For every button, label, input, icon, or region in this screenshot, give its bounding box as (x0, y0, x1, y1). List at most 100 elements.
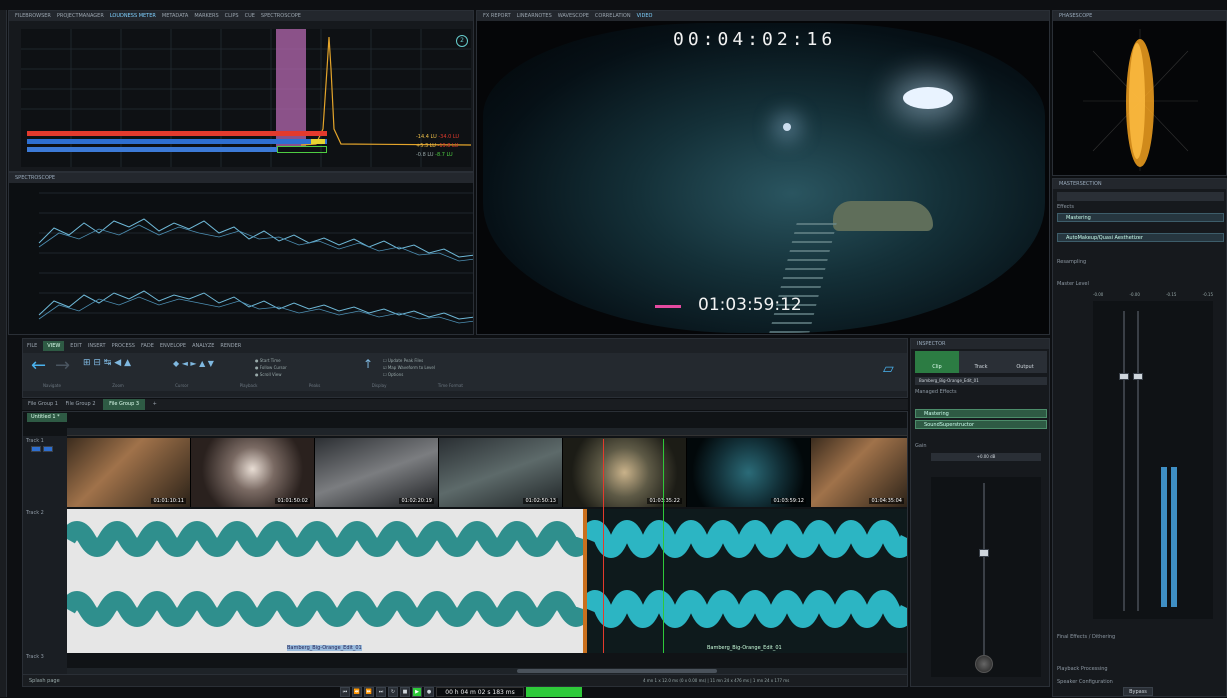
record-button[interactable]: ● (424, 687, 434, 697)
analysis-tab-6[interactable]: CUE (245, 11, 255, 21)
stop-button[interactable]: ■ (400, 687, 410, 697)
analysis-tab-1[interactable]: PROJECTMANAGER (57, 11, 104, 21)
waveform-clip-1 (67, 521, 583, 627)
play-button[interactable]: ▶ (412, 687, 422, 697)
thumb-time-4: 01:02:50:13 (523, 498, 558, 504)
master-fader-left[interactable] (1119, 373, 1129, 380)
inspector-panel: INSPECTOR Clip Track Output Bamberg_Big-… (910, 338, 1050, 687)
video-track[interactable]: 01:01:10:11 01:01:50:02 01:02:20:19 01:0… (67, 438, 907, 507)
ribbon-tab-insert[interactable]: INSERT (88, 341, 106, 351)
video-tab-2[interactable]: WAVESCOPE (558, 11, 589, 21)
master-meter-area (1093, 301, 1213, 619)
file-group-tab-3[interactable]: File Group 3 (103, 399, 146, 410)
playback-options: ● Start Time ● Follow Cursor ● Scroll View (255, 358, 287, 377)
add-tab-icon[interactable]: + (153, 399, 157, 410)
group-peaks: Peaks (308, 383, 321, 388)
audio-clip-2[interactable]: Bamberg_Big-Orange_Edit_01 (587, 509, 907, 653)
gain-fader-handle[interactable] (979, 549, 989, 557)
thumb-time-1: 01:01:10:11 (151, 498, 186, 504)
inspector-tab-clip[interactable]: Clip (915, 351, 959, 373)
gain-label: Gain (915, 443, 927, 449)
analysis-tab-7[interactable]: SPECTROSCOPE (261, 11, 301, 21)
layout-icon[interactable]: ▱ (883, 361, 894, 377)
audio-clip-1[interactable]: Bamberg_Big-Orange_Edit_01 (67, 509, 583, 653)
logo-icon: 2 (456, 35, 468, 47)
zoom-in-icon[interactable]: ⊞ (83, 357, 91, 370)
inspector-tab-track[interactable]: Track (959, 351, 1003, 373)
ceiling-light (903, 87, 953, 109)
loudness-bar-green (277, 146, 327, 153)
ribbon-panel: FILE VIEW EDIT INSERT PROCESS FADE ENVELOPE ANA… (22, 338, 908, 398)
inspector-effect-2[interactable]: SoundSuperstructor (915, 420, 1047, 429)
thumb-7: 01:04:35:04 (811, 438, 907, 507)
video-panel: FX REPORT LINEARNOTES WAVESCOPE CORRELATION… (476, 10, 1050, 335)
zoom-v-icon[interactable]: ▲ (124, 357, 131, 370)
file-group-tab-2[interactable]: File Group 2 (66, 399, 96, 410)
loop-button[interactable]: ↻ (388, 687, 398, 697)
video-tab-3[interactable]: CORRELATION (595, 11, 631, 21)
audio-track[interactable]: Bamberg_Big-Orange_Edit_01 Bamberg_Big-O… (67, 439, 907, 653)
video-tab-0[interactable]: FX REPORT (483, 11, 511, 21)
video-tab-4[interactable]: VIDEO (637, 11, 653, 21)
analysis-tab-2[interactable]: LOUDNESS METER (110, 11, 156, 21)
editor-status: Splash page 4 mn 1 x 12.0 ms (0 x 0.00 m… (23, 674, 907, 686)
thumb-4: 01:02:50:13 (439, 438, 563, 507)
thumb-1: 01:01:10:11 (67, 438, 191, 507)
pan-knob[interactable] (975, 655, 993, 673)
inspector-tab-output[interactable]: Output (1003, 351, 1047, 373)
analysis-tab-5[interactable]: CLIPS (225, 11, 239, 21)
analysis-tab-3[interactable]: METADATA (162, 11, 188, 21)
thumb-2: 01:01:50:02 (191, 438, 315, 507)
ribbon-tab-file[interactable]: FILE (27, 341, 37, 351)
thumb-6: 01:03:59:12 (687, 438, 811, 507)
ribbon-tab-analyze[interactable]: ANALYZE (192, 341, 214, 351)
rewind-start-button[interactable]: ⏮ (340, 687, 350, 697)
bypass-button[interactable]: Bypass (1123, 687, 1153, 696)
edit-cursor[interactable] (663, 439, 664, 653)
ribbon-tab-view[interactable]: VIEW (43, 341, 65, 351)
analysis-tab-0[interactable]: FILEBROWSER (15, 11, 51, 21)
phasescope-graph (1083, 29, 1198, 171)
thumb-time-2: 01:01:50:02 (275, 498, 310, 504)
burn-marker (655, 305, 681, 308)
back-arrow-icon[interactable]: ← (31, 355, 46, 376)
mastersection-panel: MASTERSECTION Effects Mastering AutoMake… (1052, 178, 1227, 697)
file-group-tab-1[interactable]: File Group 1 (28, 399, 58, 410)
ribbon-tab-edit[interactable]: EDIT (70, 341, 82, 351)
group-navigate: Navigate (43, 383, 61, 388)
transport-level-indicator (526, 687, 582, 697)
meter-bar-right (1171, 467, 1177, 607)
loudness-range-highlight (276, 29, 306, 147)
ruler (67, 428, 907, 436)
forward-button[interactable]: ⏩ (364, 687, 374, 697)
lamp (783, 123, 791, 131)
ribbon-tab-envelope[interactable]: ENVELOPE (160, 341, 186, 351)
master-fader-right[interactable] (1133, 373, 1143, 380)
inspector-effect-1[interactable]: Mastering (915, 409, 1047, 418)
file-group-tabs: File Group 1 File Group 2 File Group 3 + (22, 399, 908, 410)
ribbon-tab-process[interactable]: PROCESS (112, 341, 135, 351)
ribbon-tab-fade[interactable]: FADE (141, 341, 154, 351)
h-scroll-thumb[interactable] (517, 669, 717, 673)
zoom-out-icon[interactable]: ⊟ (93, 357, 101, 370)
transport-bar: ⏮ ⏪ ⏩ ⏭ ↻ ■ ▶ ● 00 h 04 m 02 s 183 ms (340, 687, 610, 697)
track-1-solo[interactable] (43, 446, 53, 452)
forward-end-button[interactable]: ⏭ (376, 687, 386, 697)
master-level-label: Master Level (1057, 281, 1089, 287)
forward-arrow-icon[interactable]: → (55, 355, 70, 376)
ribbon-tab-render[interactable]: RENDER (220, 341, 241, 351)
thumb-5: 01:03:35:22 (563, 438, 687, 507)
analysis-tab-4[interactable]: MARKERS (194, 11, 218, 21)
zoom-h-icon[interactable]: ◀ (114, 357, 121, 370)
editor-tab[interactable]: Untitled 1 * (27, 413, 67, 422)
master-effect-1[interactable]: Mastering (1057, 213, 1224, 222)
gain-value[interactable]: +0.00 dB (931, 453, 1041, 461)
upload-icon[interactable]: ↑ (363, 357, 373, 371)
master-effect-2[interactable]: AutoMakeup/Quasi Aesthetizer (1057, 233, 1224, 242)
rewind-button[interactable]: ⏪ (352, 687, 362, 697)
track-1-mute[interactable] (31, 446, 41, 452)
loudness-green-3: -8.7 LU (435, 152, 453, 158)
zoom-fit-icon[interactable]: ↹ (104, 357, 112, 370)
play-cursor[interactable] (603, 439, 604, 653)
video-tab-1[interactable]: LINEARNOTES (517, 11, 552, 21)
